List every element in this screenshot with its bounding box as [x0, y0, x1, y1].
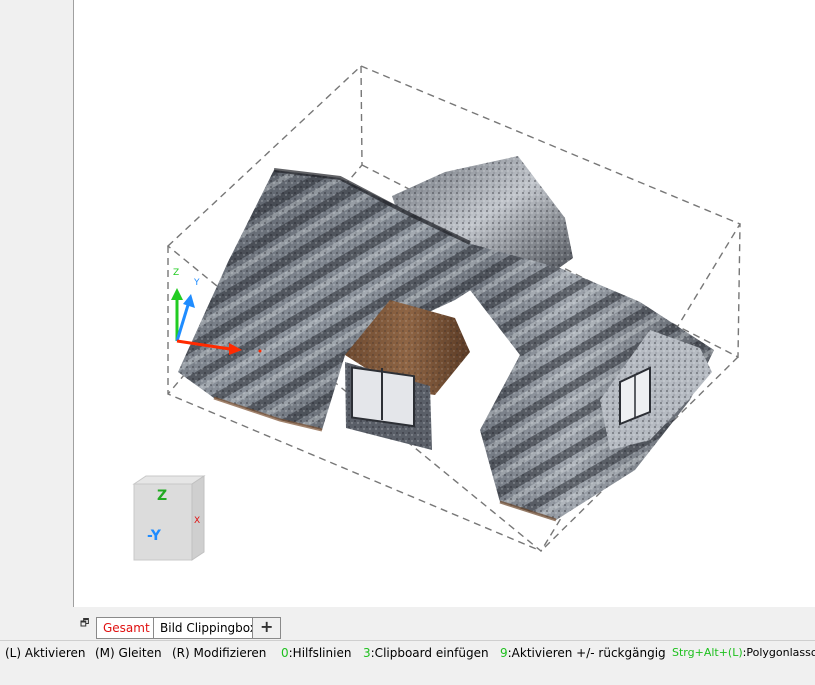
- hint-polygon-lasso: Strg+Alt+(L):Polygonlasso: [672, 646, 815, 659]
- add-tab-button[interactable]: +: [252, 617, 282, 639]
- view-tab-bar: 🗗 Gesamt Bild Clippingbox +: [74, 607, 815, 640]
- left-side-panel: [0, 0, 74, 607]
- view-cube-side-label[interactable]: X: [194, 516, 200, 526]
- axis-label-y: Y: [194, 278, 200, 288]
- view-cube[interactable]: Z -Y X: [132, 474, 206, 564]
- house-point-cloud: [178, 156, 714, 522]
- 3d-viewport[interactable]: Z Y Z -Y X: [74, 0, 815, 607]
- hint-clipboard-paste: 3:Clipboard einfügen: [363, 646, 489, 660]
- status-bar: (L) Aktivieren (M) Gleiten (R) Modifizie…: [0, 640, 815, 685]
- hint-glide: (M) Gleiten: [95, 646, 162, 660]
- hint-guidelines: 0:Hilfslinien: [281, 646, 352, 660]
- restore-window-icon[interactable]: 🗗: [80, 618, 92, 630]
- view-cube-front-label[interactable]: -Y: [147, 528, 161, 544]
- hint-activate-undo: 9:Aktivieren +/- rückgängig: [500, 646, 666, 660]
- hint-activate: (L) Aktivieren: [5, 646, 86, 660]
- tab-bild-clippingbox[interactable]: Bild Clippingbox: [153, 617, 264, 639]
- hint-modify: (R) Modifizieren: [172, 646, 267, 660]
- view-cube-top-label[interactable]: Z: [157, 488, 167, 504]
- tab-gesamt[interactable]: Gesamt: [96, 617, 157, 639]
- axis-label-z: Z: [173, 268, 180, 278]
